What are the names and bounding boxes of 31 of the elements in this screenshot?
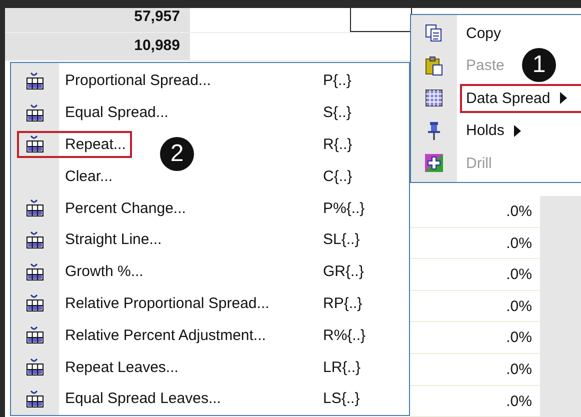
shortcut-label: SL{..} [323,231,360,248]
shortcut-label: R%{..} [323,326,366,344]
shortcut-label: P{..} [323,72,352,90]
grid-icon [424,88,444,108]
menu-item[interactable]: Relative Proportional Spread... [59,290,276,317]
shortcut-label: P%{..} [323,200,365,217]
table-cell: 57,957 [5,8,190,32]
menu-item[interactable]: Copy [460,18,510,48]
shortcut-label: C{..} [323,168,352,185]
shortcut-label: S{..} [323,104,352,122]
menu-item[interactable]: Equal Spread... [59,99,174,126]
shortcut-label: LR{..} [323,358,361,376]
clipboard-icon [424,56,444,76]
copy-icon [424,23,444,44]
menu-item[interactable]: Equal Spread Leaves... [59,385,227,412]
menu-item[interactable]: Repeat Leaves... [59,354,184,381]
menu-item[interactable]: Percent Change... [59,194,192,222]
shortcut-label: LS{..} [323,390,360,408]
drill-icon [424,153,444,174]
menu-item[interactable]: Repeat... [17,130,132,158]
menu-item[interactable]: Data Spread [460,84,581,113]
menu-item[interactable]: Clear... [59,162,119,190]
table-cell: 10,989 [5,33,190,60]
shortcut-label: GR{..} [323,263,364,280]
menu-item[interactable]: Holds [460,116,530,146]
shortcut-label: RP{..} [323,294,362,312]
menu-item[interactable]: Straight Line... [59,226,168,254]
shortcut-label: R{..} [323,136,352,153]
menu-item[interactable]: Relative Percent Adjustment... [59,322,272,349]
menu-item[interactable]: Growth %... [59,258,150,286]
menu-item[interactable]: Proportional Spread... [59,67,217,94]
